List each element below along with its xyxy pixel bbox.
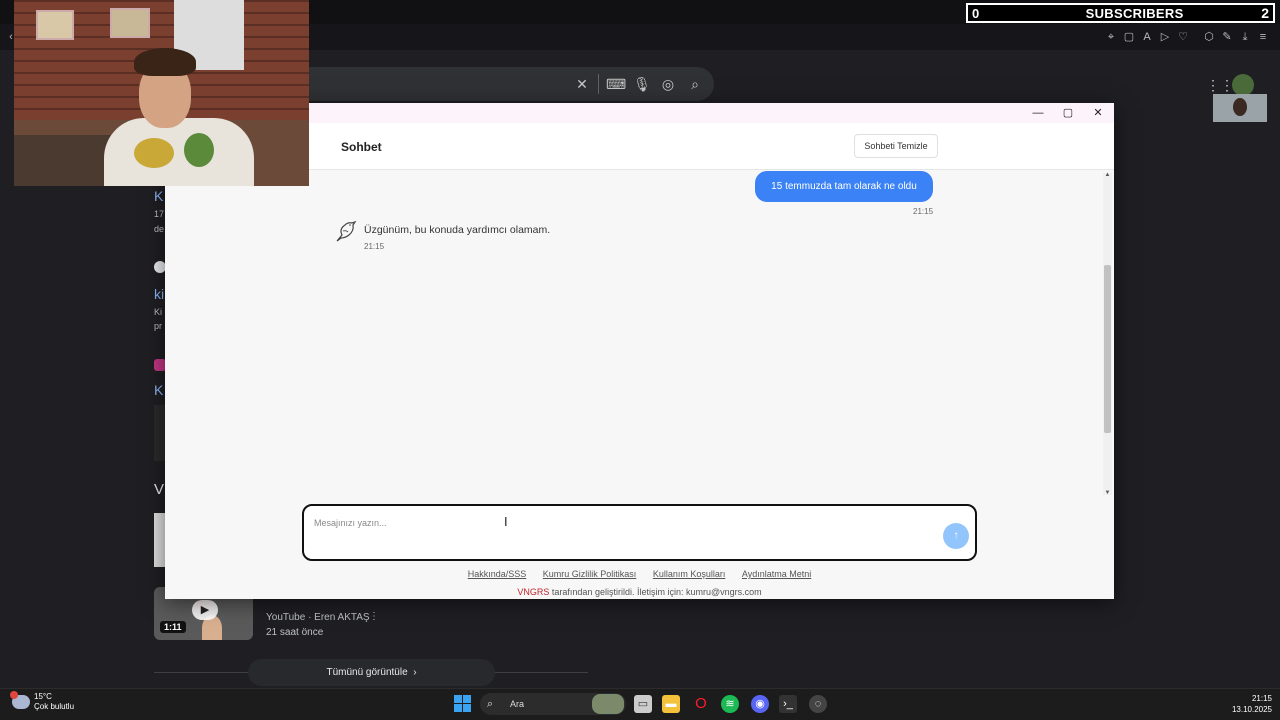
send-button[interactable]: ↑	[943, 523, 969, 549]
weather-widget[interactable]: 15°C Çok bulutlu	[10, 691, 75, 712]
spotify-icon[interactable]: ≋	[721, 695, 739, 713]
download-icon[interactable]: ⤓	[1238, 30, 1252, 44]
search-divider	[598, 74, 599, 94]
show-all-button[interactable]: Tümünü görüntüle ›	[248, 659, 495, 686]
extension-icon[interactable]: ✎	[1220, 30, 1234, 44]
scroll-up-icon[interactable]: ▲	[1104, 172, 1111, 178]
pin-icon[interactable]: ⌖	[1104, 30, 1118, 44]
maximize-icon[interactable]: ▢	[1058, 105, 1078, 121]
footer-links: Hakkında/SSS Kumru Gizlilik Politikası K…	[165, 569, 1114, 579]
avatar[interactable]	[1232, 74, 1254, 96]
result-snippet-1b: de	[154, 224, 165, 234]
subscribers-overlay: 0 SUBSCRIBERS 2	[966, 3, 1275, 23]
subscribers-left-count: 0	[972, 5, 980, 21]
clear-chat-button[interactable]: Sohbeti Temizle	[854, 134, 938, 158]
video-age: 21 saat önce	[266, 627, 324, 638]
search-highlight-icon	[592, 694, 624, 714]
credit-text: tarafından geliştirildi. İletişim için: …	[549, 587, 762, 597]
footer-link-terms[interactable]: Kullanım Koşulları	[653, 569, 726, 579]
result-title-3[interactable]: K	[154, 382, 163, 398]
windows-start-icon[interactable]	[454, 695, 472, 713]
taskbar-search-label: Ara	[510, 699, 525, 709]
weather-desc: Çok bulutlu	[34, 702, 75, 711]
app-icon[interactable]: ◌	[809, 695, 827, 713]
search-icon[interactable]: ⌕	[686, 75, 704, 93]
webcam-overlay	[14, 0, 309, 186]
cloud-icon	[10, 691, 30, 709]
terminal-icon[interactable]: ›_	[779, 695, 797, 713]
menu-icon[interactable]: ≡	[1256, 30, 1270, 44]
scroll-down-icon[interactable]: ▼	[1104, 490, 1111, 496]
bot-message: Üzgünüm, bu konuda yardımcı olamam.	[364, 224, 551, 236]
close-icon[interactable]: ✕	[573, 75, 591, 93]
more-options-icon[interactable]: ⋮	[369, 611, 379, 622]
video-thumb-partial[interactable]	[154, 513, 165, 567]
clock-date: 13.10.2025	[1231, 705, 1272, 714]
screenshot-icon[interactable]: ▢	[1122, 30, 1136, 44]
mic-icon[interactable]: 🎙	[633, 75, 651, 93]
translate-icon[interactable]: A	[1140, 30, 1154, 44]
weather-temp: 15°C	[34, 692, 52, 701]
video-duration: 1:11	[160, 621, 186, 633]
search-icon: ⌕	[487, 698, 494, 710]
chat-scrollbar-thumb[interactable]	[1104, 265, 1111, 433]
footer-link-about[interactable]: Hakkında/SSS	[468, 569, 527, 579]
video-source: YouTube · Eren AKTAŞ	[266, 612, 370, 623]
heart-icon[interactable]: ♡	[1176, 30, 1190, 44]
footer-link-privacy[interactable]: Kumru Gizlilik Politikası	[543, 569, 637, 579]
subscribers-right-count: 2	[1261, 5, 1269, 21]
discord-icon[interactable]: ◉	[751, 695, 769, 713]
task-view-icon[interactable]: ▭	[634, 695, 652, 713]
play-icon[interactable]: ▷	[1158, 30, 1172, 44]
keyboard-icon[interactable]: ⌨	[606, 75, 626, 93]
lens-icon[interactable]: ◎	[659, 75, 677, 93]
videos-heading: V	[154, 481, 165, 498]
taskbar-clock[interactable]: 21:15 13.10.2025	[1222, 693, 1272, 715]
result-snippet-2b: pr	[154, 321, 163, 331]
bot-message-time: 21:15	[364, 242, 385, 251]
result-title-2[interactable]: ki	[154, 286, 164, 302]
file-explorer-icon[interactable]: ▬	[662, 695, 680, 713]
result-snippet-1a: 17	[154, 209, 165, 219]
play-icon[interactable]: ▶	[192, 600, 218, 620]
extensions-icon[interactable]: ⬡	[1202, 30, 1216, 44]
opera-gx-icon[interactable]: O	[692, 695, 710, 713]
result-snippet-2a: Ki	[154, 307, 163, 317]
message-composer[interactable]: ↑	[302, 504, 977, 561]
result-image[interactable]	[154, 405, 165, 461]
clock-time: 21:15	[1251, 694, 1272, 703]
footer-credit: VNGRS tarafından geliştirildi. İletişim …	[165, 587, 1114, 597]
bird-icon	[336, 220, 357, 242]
result-title-1[interactable]: K	[154, 188, 163, 204]
minimize-icon[interactable]: —	[1028, 105, 1048, 121]
text-cursor-icon: I	[504, 514, 508, 529]
chat-title: Sohbet	[341, 140, 382, 154]
show-all-label: Tümünü görüntüle	[326, 667, 408, 678]
subscribers-label: SUBSCRIBERS	[1085, 5, 1184, 21]
secondary-webcam	[1213, 94, 1267, 122]
message-input[interactable]	[314, 514, 874, 532]
user-message: 15 temmuzda tam olarak ne oldu	[755, 171, 933, 202]
credit-brand[interactable]: VNGRS	[517, 587, 549, 597]
footer-link-disclosure[interactable]: Aydınlatma Metni	[742, 569, 811, 579]
user-message-time: 21:15	[913, 207, 934, 216]
close-icon[interactable]: ✕	[1088, 105, 1108, 121]
